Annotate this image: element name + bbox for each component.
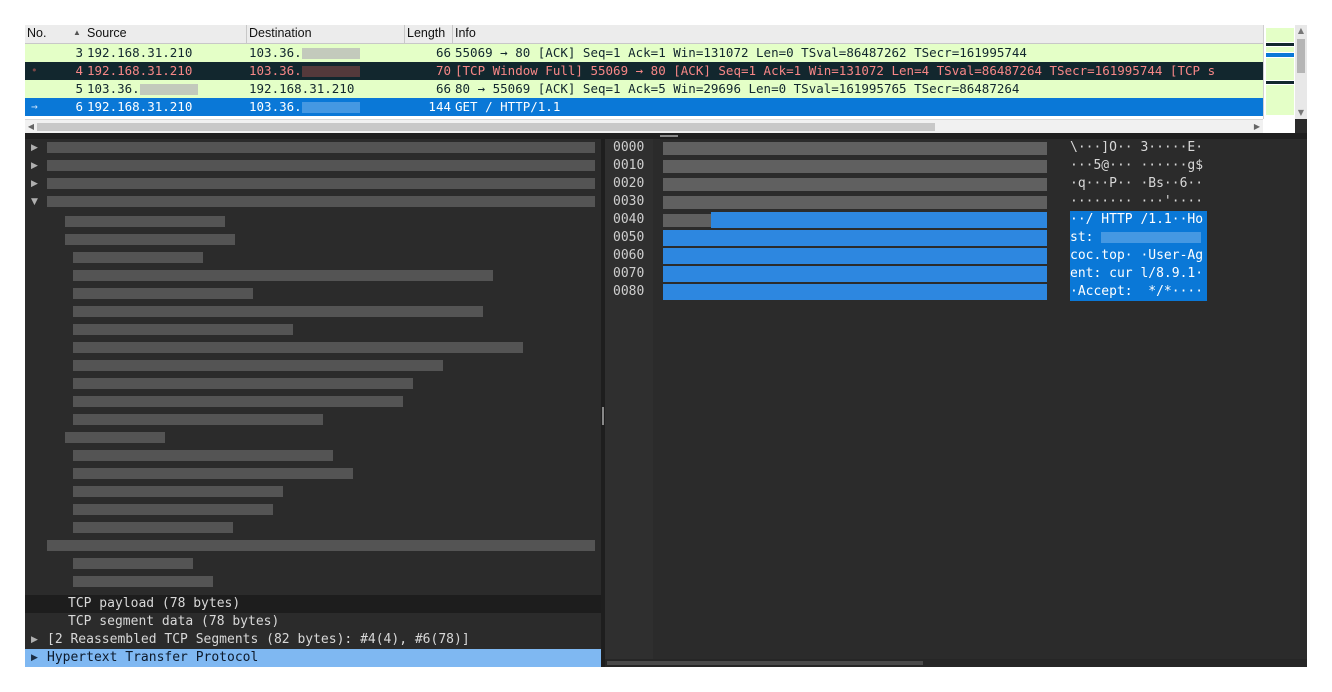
ascii-line[interactable]: \···]O·· 3·····E· — [1070, 139, 1207, 157]
column-destination[interactable]: Destination — [249, 26, 312, 40]
packet-details[interactable]: ▶ ▶ ▶ ▼ TCP payload (78 bytes) TCP segme… — [25, 139, 601, 667]
hex-bytes-selected[interactable] — [663, 284, 1047, 300]
vscroll-thumb[interactable] — [1297, 39, 1305, 73]
grip-icon — [660, 135, 678, 137]
packet-row-selected[interactable]: → 6 192.168.31.210 103.36. 144 GET / HTT… — [25, 98, 1263, 116]
packet-list-hscrollbar[interactable]: ◀ ▶ — [25, 119, 1263, 134]
packet-list-header: No. ▲ Source Destination Length Info — [25, 25, 1263, 44]
packet-row[interactable]: 5 103.36. 192.168.31.210 66 80 → 55069 [… — [25, 80, 1263, 98]
tree-item-payload[interactable]: TCP payload (78 bytes) — [25, 595, 601, 613]
column-length[interactable]: Length — [407, 26, 445, 40]
ascii-line-selected[interactable]: ··/ HTTP /1.1··Ho — [1070, 211, 1207, 229]
hex-bytes[interactable] — [663, 142, 1047, 155]
tree-item-segment-data[interactable]: TCP segment data (78 bytes) — [25, 613, 601, 631]
grip-icon — [602, 407, 604, 425]
hex-bytes-selected[interactable] — [711, 212, 1047, 228]
ascii-line-selected[interactable]: ent: cur l/8.9.1· — [1070, 265, 1207, 283]
tree-item-http[interactable]: ▶ Hypertext Transfer Protocol — [25, 649, 601, 667]
offset-column: 0000 0010 0020 0030 0040 0050 0060 0070 … — [605, 139, 653, 667]
tree-item[interactable]: ▶ — [25, 175, 601, 193]
expand-arrow-icon: ▶ — [31, 179, 38, 189]
tree-item-reassembled[interactable]: ▶ [2 Reassembled TCP Segments (82 bytes)… — [25, 631, 601, 649]
ascii-line-selected[interactable]: coc.top· ·User-Ag — [1070, 247, 1207, 265]
expand-arrow-icon: ▶ — [31, 653, 38, 663]
packet-row[interactable]: • 4 192.168.31.210 103.36. 70 [TCP Windo… — [25, 62, 1263, 80]
ascii-line[interactable]: ···5@··· ······g$ — [1070, 157, 1207, 175]
hex-bytes[interactable] — [663, 178, 1047, 191]
ascii-line[interactable]: ·q···P·· ·Bs··6·· — [1070, 175, 1207, 193]
ascii-line-selected[interactable]: st: — [1070, 229, 1207, 247]
tree-item[interactable]: ▶ — [25, 139, 601, 157]
hex-bytes-selected[interactable] — [663, 230, 1047, 246]
packet-bytes[interactable]: 0000 0010 0020 0030 0040 0050 0060 0070 … — [605, 139, 1307, 667]
hscroll-thumb[interactable] — [607, 661, 923, 665]
hex-bytes-selected[interactable] — [663, 248, 1047, 264]
packet-list-vscrollbar[interactable]: ▲ ▼ — [1295, 25, 1307, 119]
hscroll-thumb[interactable] — [37, 123, 935, 131]
tree-item[interactable]: ▶ — [25, 157, 601, 175]
expand-arrow-icon: ▶ — [31, 635, 38, 645]
ascii-line-selected[interactable]: ·Accept: */*···· — [1070, 283, 1207, 301]
ascii-line[interactable]: ········ ···'···· — [1070, 193, 1207, 211]
column-no[interactable]: No. — [27, 26, 46, 40]
scroll-up-icon[interactable]: ▲ — [1295, 25, 1307, 37]
expand-arrow-icon: ▶ — [31, 161, 38, 171]
bytes-hscrollbar[interactable] — [605, 659, 1307, 667]
hex-bytes[interactable] — [663, 214, 711, 227]
wireshark-window: No. ▲ Source Destination Length Info 3 1… — [25, 25, 1307, 667]
packet-list[interactable]: No. ▲ Source Destination Length Info 3 1… — [25, 25, 1307, 143]
hex-bytes[interactable] — [663, 160, 1047, 173]
packet-minimap[interactable] — [1263, 25, 1296, 119]
scroll-left-icon[interactable]: ◀ — [25, 120, 37, 134]
expand-arrow-icon: ▶ — [31, 143, 38, 153]
sort-ascending-icon: ▲ — [73, 28, 81, 37]
packet-row[interactable]: 3 192.168.31.210 103.36. 66 55069 → 80 [… — [25, 44, 1263, 62]
scroll-down-icon[interactable]: ▼ — [1295, 107, 1307, 119]
column-info[interactable]: Info — [455, 26, 476, 40]
hex-bytes[interactable] — [663, 196, 1047, 209]
collapse-arrow-icon: ▼ — [31, 197, 38, 207]
column-source[interactable]: Source — [87, 26, 127, 40]
tree-item-expanded[interactable]: ▼ — [25, 193, 601, 211]
hex-bytes-selected[interactable] — [663, 266, 1047, 282]
scroll-right-icon[interactable]: ▶ — [1251, 120, 1263, 134]
